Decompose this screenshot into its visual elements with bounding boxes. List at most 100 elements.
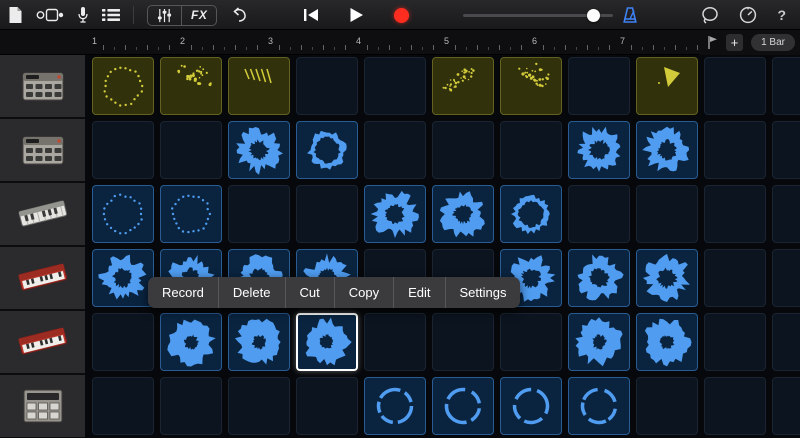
loop-cell-dot-burst[interactable] — [160, 57, 222, 115]
empty-cell[interactable] — [772, 249, 800, 307]
help-button[interactable]: ? — [777, 7, 786, 23]
bar-length-badge[interactable]: 1 Bar — [751, 34, 795, 51]
empty-cell[interactable] — [296, 185, 358, 243]
empty-cell[interactable] — [704, 121, 766, 179]
empty-cell[interactable] — [772, 185, 800, 243]
metronome-button[interactable] — [622, 0, 638, 30]
loop-cell-wave[interactable] — [432, 185, 494, 243]
track-header-drum-machine-2[interactable] — [0, 119, 85, 183]
loop-cell-wave[interactable] — [568, 121, 630, 179]
loop-cell-ring-segments[interactable] — [432, 377, 494, 435]
empty-cell[interactable] — [500, 121, 562, 179]
empty-cell[interactable] — [364, 313, 426, 371]
empty-cell[interactable] — [432, 313, 494, 371]
empty-cell[interactable] — [92, 377, 154, 435]
record-button[interactable] — [394, 7, 409, 23]
empty-cell[interactable] — [772, 377, 800, 435]
empty-cell[interactable] — [160, 377, 222, 435]
loop-cell-wave[interactable] — [228, 121, 290, 179]
empty-cell[interactable] — [432, 121, 494, 179]
empty-cell[interactable] — [636, 185, 698, 243]
play-icon[interactable] — [349, 7, 364, 23]
ruler-bar-1[interactable]: 1 — [85, 30, 173, 55]
empty-cell[interactable] — [364, 57, 426, 115]
loop-cell-wave[interactable] — [568, 249, 630, 307]
loop-browser-icon[interactable] — [701, 6, 719, 24]
track-header-keyboard-light-3[interactable] — [0, 183, 85, 247]
loop-cell-line-fan[interactable] — [228, 57, 290, 115]
menu-item-delete[interactable]: Delete — [217, 277, 285, 308]
menu-item-copy[interactable]: Copy — [333, 277, 393, 308]
loop-cell-ring-wave[interactable] — [500, 185, 562, 243]
add-bars-button[interactable]: + — [726, 34, 744, 51]
volume-slider-track[interactable] — [463, 8, 613, 22]
loop-cell-wave[interactable] — [92, 249, 154, 307]
loop-cell-wave-bold[interactable] — [160, 313, 222, 371]
microphone-icon[interactable] — [77, 6, 89, 24]
empty-cell[interactable] — [92, 313, 154, 371]
loop-cell-dot-ring[interactable] — [92, 185, 154, 243]
loop-cell-spray[interactable] — [432, 57, 494, 115]
loop-cell-wave-bold[interactable] — [568, 313, 630, 371]
smart-controls-icon[interactable] — [148, 6, 181, 25]
ruler-bar-7[interactable]: 7 — [613, 30, 701, 55]
loop-cell-wave-bold[interactable] — [636, 313, 698, 371]
loop-cell-ring-segments[interactable] — [364, 377, 426, 435]
ruler-bar-4[interactable]: 4 — [349, 30, 437, 55]
fx-button[interactable]: FX — [181, 5, 216, 25]
loop-cell-ring-wave[interactable] — [296, 121, 358, 179]
ruler-bar-2[interactable]: 2 — [173, 30, 261, 55]
loop-cell-wave[interactable] — [364, 185, 426, 243]
menu-item-record[interactable]: Record — [148, 277, 218, 308]
empty-cell[interactable] — [160, 121, 222, 179]
marker-flag-icon[interactable] — [707, 35, 718, 50]
track-list-icon[interactable] — [102, 8, 120, 22]
ruler-bar-3[interactable]: 3 — [261, 30, 349, 55]
empty-cell[interactable] — [228, 185, 290, 243]
loop-cell-wave-bold[interactable] — [228, 313, 290, 371]
empty-cell[interactable] — [92, 121, 154, 179]
track-header-sampler-6[interactable] — [0, 375, 85, 438]
loop-cell-dot-ring[interactable] — [160, 185, 222, 243]
loop-cell-dot-burst[interactable] — [500, 57, 562, 115]
empty-cell[interactable] — [772, 313, 800, 371]
loop-cell-ring-segments[interactable] — [500, 377, 562, 435]
selected-loop-cell[interactable] — [296, 313, 358, 371]
loop-cell-wedge[interactable] — [636, 57, 698, 115]
skip-to-start-icon[interactable] — [303, 8, 319, 22]
empty-cell[interactable] — [704, 377, 766, 435]
loop-cell-wave[interactable] — [636, 121, 698, 179]
menu-item-cut[interactable]: Cut — [284, 277, 334, 308]
ruler-bar-6[interactable]: 6 — [525, 30, 613, 55]
empty-cell[interactable] — [772, 121, 800, 179]
empty-cell[interactable] — [500, 313, 562, 371]
ruler-bar-5[interactable]: 5 — [437, 30, 525, 55]
empty-cell[interactable] — [772, 57, 800, 115]
empty-cell[interactable] — [568, 185, 630, 243]
undo-icon[interactable] — [230, 7, 248, 23]
track-header-keyboard-red-5[interactable] — [0, 311, 85, 375]
empty-cell[interactable] — [704, 313, 766, 371]
menu-item-settings[interactable]: Settings — [444, 277, 521, 308]
loop-cell-dot-ring[interactable] — [92, 57, 154, 115]
track-header-drum-machine-1[interactable] — [0, 55, 85, 119]
loop-cell-wave[interactable] — [636, 249, 698, 307]
volume-slider-knob[interactable] — [587, 8, 600, 22]
live-loops-view-icon[interactable] — [36, 8, 64, 22]
track-header-keyboard-red-4[interactable] — [0, 247, 85, 311]
tuner-icon[interactable] — [739, 6, 757, 24]
empty-cell[interactable] — [228, 377, 290, 435]
empty-cell[interactable] — [704, 57, 766, 115]
empty-cell[interactable] — [296, 377, 358, 435]
menu-item-edit[interactable]: Edit — [393, 277, 444, 308]
empty-cell[interactable] — [704, 249, 766, 307]
loop-cell-ring-segments[interactable] — [568, 377, 630, 435]
document-icon[interactable] — [8, 6, 23, 24]
bar-ruler[interactable]: 1 2 3 4 5 6 7 + 1 Bar — [0, 30, 800, 55]
empty-cell[interactable] — [704, 185, 766, 243]
empty-cell[interactable] — [568, 57, 630, 115]
master-volume-slider[interactable] — [463, 0, 613, 30]
empty-cell[interactable] — [364, 121, 426, 179]
empty-cell[interactable] — [296, 57, 358, 115]
empty-cell[interactable] — [636, 377, 698, 435]
